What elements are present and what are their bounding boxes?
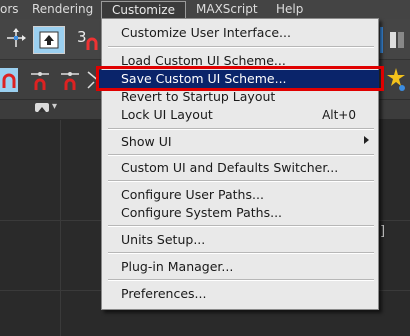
menu-separator <box>108 279 374 281</box>
menu-item-custom-ui-defaults-switcher[interactable]: Custom UI and Defaults Switcher... <box>121 159 338 177</box>
menu-separator <box>108 128 374 130</box>
menu-help[interactable]: Help <box>276 2 303 16</box>
magnet-icon <box>2 73 16 88</box>
submenu-arrow-icon <box>364 136 369 144</box>
menu-maxscript[interactable]: MAXScript <box>196 2 258 16</box>
menu-bar: ors Rendering Customize MAXScript Help <box>0 0 410 19</box>
viewport-label-bracket: ] <box>380 224 386 239</box>
lock-ui-shortcut: Alt+0 <box>322 108 356 122</box>
menu-item-configure-system-paths[interactable]: Configure System Paths... <box>121 204 282 222</box>
ribbon-dropdown-arrow[interactable]: ▾ <box>52 101 57 112</box>
snap-toggle-button[interactable] <box>0 68 18 92</box>
menu-customize[interactable]: Customize <box>101 1 186 19</box>
customize-menu: Customize User Interface... Load Custom … <box>97 18 379 310</box>
menu-separator <box>108 154 374 156</box>
magnet-snap-icon[interactable] <box>86 37 98 51</box>
upload-arrow-icon <box>39 31 59 49</box>
menu-item-plugin-manager[interactable]: Plug-in Manager... <box>121 258 233 276</box>
menu-separator <box>108 46 374 48</box>
menu-separator <box>108 225 374 227</box>
annotation-highlight-box <box>96 66 384 91</box>
menu-item-lock-ui-layout[interactable]: Lock UI Layout <box>121 106 213 124</box>
mirror-icon[interactable] <box>388 29 408 51</box>
menu-item-units-setup[interactable]: Units Setup... <box>121 231 205 249</box>
menu-separator <box>108 252 374 254</box>
star-tool-icon[interactable] <box>384 66 408 92</box>
caret-up-icon <box>38 107 46 112</box>
move-gizmo-icon[interactable] <box>4 27 28 49</box>
menu-item-configure-user-paths[interactable]: Configure User Paths... <box>121 186 264 204</box>
menu-separator <box>108 180 374 182</box>
grid-line <box>60 120 61 336</box>
percent-snap-icon[interactable] <box>58 68 82 92</box>
menu-item-preferences[interactable]: Preferences... <box>121 285 206 303</box>
ribbon-toggle-button[interactable] <box>35 103 49 112</box>
toolbar-accent-bar <box>380 27 383 53</box>
menu-item-show-ui[interactable]: Show UI <box>121 133 172 151</box>
menu-rendering[interactable]: Rendering <box>32 2 93 16</box>
select-object-button[interactable] <box>33 26 65 54</box>
menu-item-customize-user-interface[interactable]: Customize User Interface... <box>121 24 291 42</box>
menu-rendering-partial[interactable]: ors <box>0 2 19 16</box>
angle-snap-icon[interactable] <box>28 68 52 92</box>
